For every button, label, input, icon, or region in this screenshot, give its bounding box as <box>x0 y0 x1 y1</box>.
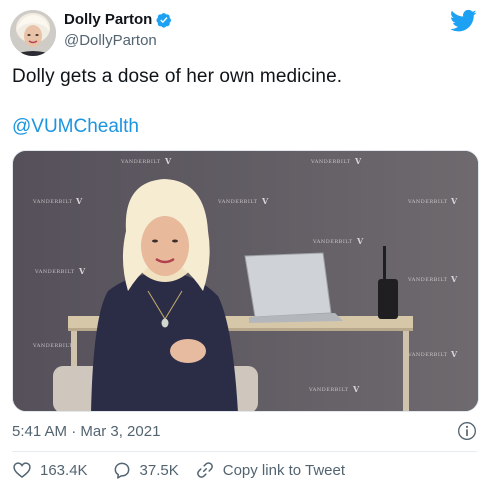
link-icon <box>196 462 213 478</box>
copy-link-label: Copy link to Tweet <box>222 461 346 479</box>
like-count: 163.4K <box>40 461 88 479</box>
backdrop-logo-text: VANDERBILT <box>217 199 258 205</box>
svg-text:V: V <box>450 349 458 359</box>
reply-count: 37.5K <box>139 461 179 479</box>
backdrop-logo-text: VANDERBILT <box>310 159 351 165</box>
action-bar: 163.4K 37.5K Copy link to Tweet <box>12 460 345 480</box>
svg-text:V: V <box>450 274 458 284</box>
backdrop-logo-text: VANDERBILT <box>407 199 448 205</box>
heart-icon <box>13 462 31 479</box>
backdrop-logo-text: VANDERBILT <box>32 343 73 349</box>
tweet-card: Dolly Parton @DollyParton Dolly gets a d… <box>0 0 489 488</box>
svg-text:V: V <box>164 156 172 166</box>
backdrop-logo-text: VANDERBILT <box>312 239 353 245</box>
backdrop-logo-text: VANDERBILT <box>32 199 73 205</box>
backdrop-logo-text: VANDERBILT <box>308 387 349 393</box>
like-button[interactable]: 163.4K <box>12 460 88 480</box>
author-handle[interactable]: @DollyParton <box>64 32 157 49</box>
video-frame: VANDERBILT VANDERBILT VANDERBILT VANDERB… <box>13 151 478 411</box>
svg-text:V: V <box>75 196 83 206</box>
tweet-text: Dolly gets a dose of her own medicine. <box>12 66 343 87</box>
divider <box>12 451 477 452</box>
svg-text:V: V <box>78 266 86 276</box>
author-name-row[interactable]: Dolly Parton <box>64 11 172 28</box>
tweet-timestamp[interactable]: 5:41 AM · Mar 3, 2021 <box>12 423 160 440</box>
svg-text:V: V <box>450 196 458 206</box>
backdrop-logo-text: VANDERBILT <box>120 159 161 165</box>
avatar-image <box>10 10 56 56</box>
backdrop-logo-text: VANDERBILT <box>34 269 75 275</box>
svg-text:V: V <box>261 196 269 206</box>
tweet-video[interactable]: VANDERBILT VANDERBILT VANDERBILT VANDERB… <box>12 150 479 412</box>
backdrop-logo-text: VANDERBILT <box>407 277 448 283</box>
svg-text:V: V <box>356 236 364 246</box>
svg-text:V: V <box>354 156 362 166</box>
avatar[interactable] <box>10 10 56 56</box>
copy-link-button[interactable]: Copy link to Tweet <box>195 460 345 480</box>
svg-text:V: V <box>352 384 360 394</box>
speech-bubble-icon <box>114 462 129 479</box>
mention-link[interactable]: @VUMChealth <box>12 116 139 138</box>
reply-button[interactable]: 37.5K <box>112 460 179 480</box>
verified-badge-icon <box>156 12 172 28</box>
backdrop-logo-text: VANDERBILT <box>407 352 448 358</box>
author-display-name[interactable]: Dolly Parton <box>64 11 152 28</box>
info-icon[interactable] <box>457 421 477 441</box>
twitter-bird-icon[interactable] <box>450 9 477 33</box>
